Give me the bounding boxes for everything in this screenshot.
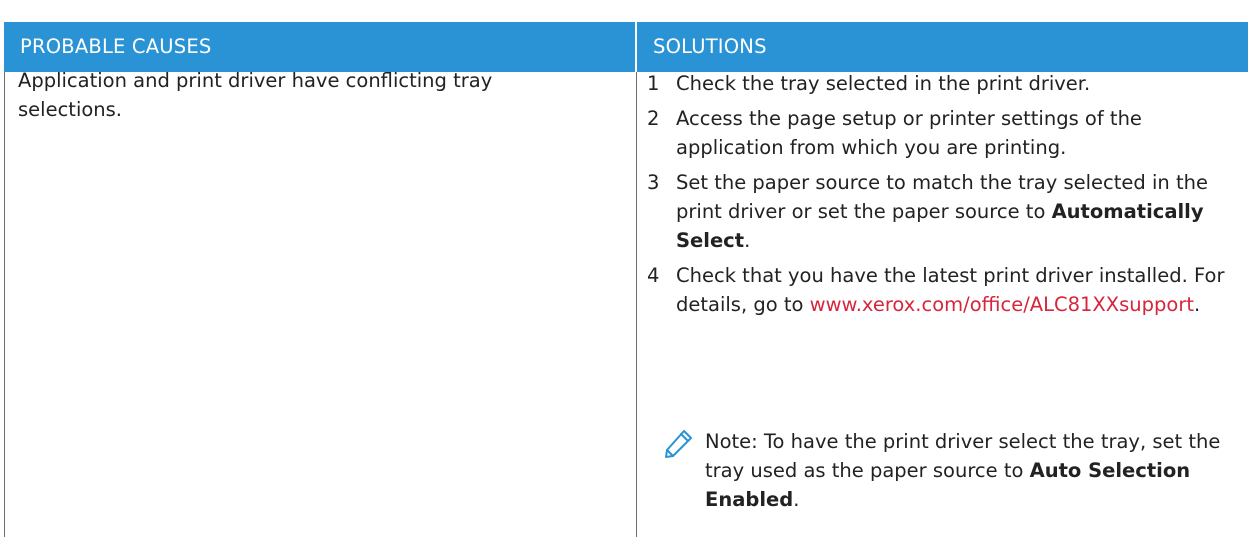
solution-step: 4 Check that you have the latest print d…	[647, 261, 1242, 319]
step-number: 4	[647, 264, 660, 287]
column-header-label: SOLUTIONS	[653, 35, 767, 58]
step-text-end: .	[1194, 293, 1201, 316]
step-number: 3	[647, 171, 660, 194]
step-number: 1	[647, 72, 660, 95]
column-header-solutions: SOLUTIONS	[637, 22, 1248, 72]
table-column-divider	[636, 72, 637, 537]
support-link[interactable]: www.xerox.com/office/ALC81XXsupport	[810, 293, 1194, 316]
solution-step: 2 Access the page setup or printer setti…	[647, 104, 1242, 162]
solution-step: 3 Set the paper source to match the tray…	[647, 168, 1242, 255]
step-text-end: .	[744, 229, 751, 252]
step-text: Check the tray selected in the print dri…	[676, 72, 1091, 95]
step-text: Access the page setup or printer setting…	[676, 107, 1142, 159]
column-header-probable-causes: PROBABLE CAUSES	[4, 22, 635, 72]
step-number: 2	[647, 107, 660, 130]
column-header-label: PROBABLE CAUSES	[20, 35, 212, 58]
probable-cause-text: Application and print driver have confli…	[18, 69, 493, 121]
solution-step: 1 Check the tray selected in the print d…	[647, 69, 1242, 98]
note-text-end: .	[793, 488, 800, 511]
note-text: Note: To have the print driver select th…	[705, 427, 1242, 514]
table-border-left	[4, 72, 5, 537]
solution-steps-list: 1 Check the tray selected in the print d…	[647, 69, 1242, 325]
pencil-icon	[661, 427, 695, 461]
